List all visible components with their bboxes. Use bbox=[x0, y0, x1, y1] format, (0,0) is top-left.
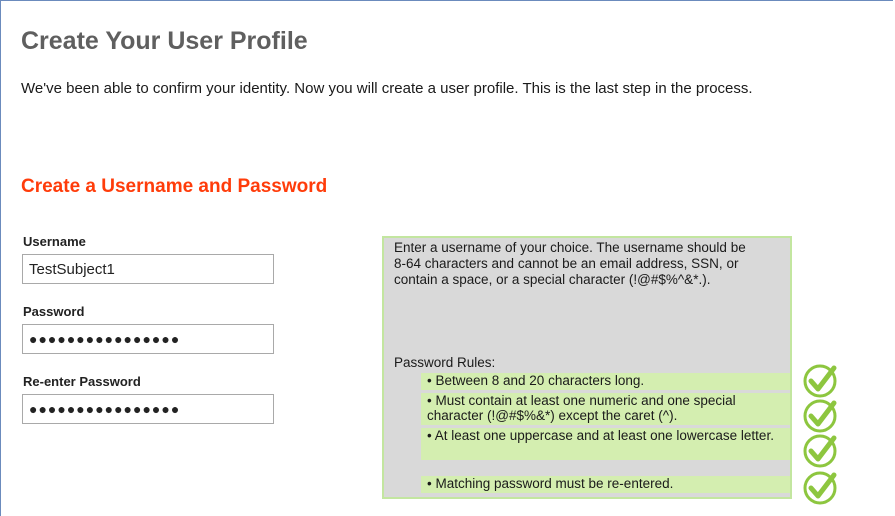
page-title: Create Your User Profile bbox=[21, 27, 308, 55]
username-label: Username bbox=[23, 234, 86, 249]
confirm-password-label: Re-enter Password bbox=[23, 374, 141, 389]
username-help-text: Enter a username of your choice. The use… bbox=[394, 240, 746, 287]
help-panel: Enter a username of your choice. The use… bbox=[382, 236, 792, 499]
password-field[interactable] bbox=[22, 324, 274, 354]
intro-text: We've been able to confirm your identity… bbox=[21, 80, 753, 97]
password-rule: • Matching password must be re-entered. bbox=[421, 476, 790, 493]
password-rule-text: • Matching password must be re-entered. bbox=[427, 476, 674, 491]
check-circle-icon bbox=[803, 471, 837, 505]
confirm-password-field[interactable] bbox=[22, 394, 274, 424]
check-circle-icon bbox=[803, 434, 837, 468]
password-rule: • Between 8 and 20 characters long. bbox=[421, 373, 790, 390]
password-rules-heading: Password Rules: bbox=[394, 355, 496, 370]
password-rule-text: • Must contain at least one numeric and … bbox=[427, 393, 736, 423]
username-field[interactable] bbox=[22, 254, 274, 284]
check-circle-icon bbox=[803, 399, 837, 433]
password-rule: • Must contain at least one numeric and … bbox=[421, 393, 790, 425]
password-label: Password bbox=[23, 304, 85, 319]
password-rule-text: • Between 8 and 20 characters long. bbox=[427, 373, 645, 388]
section-title: Create a Username and Password bbox=[21, 176, 328, 197]
password-rule: • At least one uppercase and at least on… bbox=[421, 428, 790, 460]
password-rule-text: • At least one uppercase and at least on… bbox=[427, 428, 774, 443]
check-circle-icon bbox=[803, 364, 837, 398]
